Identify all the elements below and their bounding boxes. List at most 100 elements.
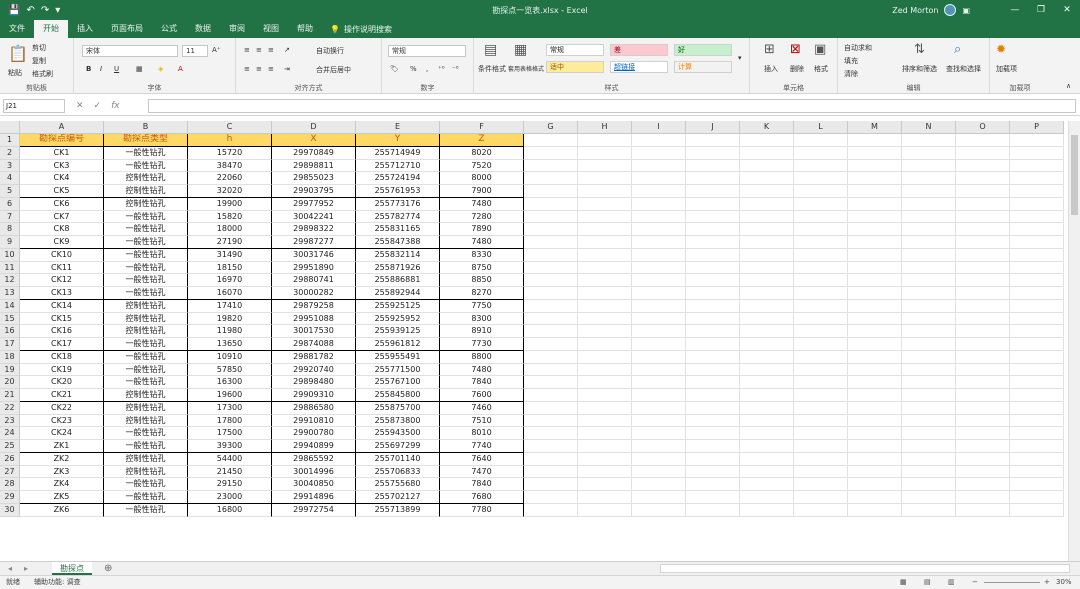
vertical-scrollbar[interactable] — [1068, 121, 1080, 561]
data-cell[interactable]: 29909310 — [272, 389, 356, 402]
header-cell[interactable]: h — [188, 134, 272, 147]
row-header[interactable]: 7 — [0, 210, 20, 224]
font-color-icon[interactable]: A — [178, 65, 183, 73]
empty-cell[interactable] — [1010, 414, 1064, 428]
empty-cell[interactable] — [632, 401, 686, 415]
data-cell[interactable]: 7730 — [440, 338, 524, 351]
row-header[interactable]: 3 — [0, 159, 20, 173]
empty-cell[interactable] — [524, 185, 578, 198]
empty-cell[interactable] — [848, 427, 902, 440]
empty-cell[interactable] — [524, 287, 578, 300]
format-cells-button[interactable]: 格式 — [814, 64, 828, 74]
data-cell[interactable]: 255847388 — [356, 236, 440, 249]
empty-cell[interactable] — [578, 376, 632, 389]
empty-cell[interactable] — [686, 376, 740, 389]
empty-cell[interactable] — [848, 389, 902, 402]
sheet-next-icon[interactable]: ▸ — [24, 562, 28, 575]
empty-cell[interactable] — [632, 223, 686, 236]
empty-cell[interactable] — [686, 478, 740, 491]
empty-cell[interactable] — [848, 363, 902, 377]
empty-cell[interactable] — [578, 172, 632, 185]
empty-cell[interactable] — [956, 338, 1010, 351]
minimize-button[interactable]: — — [1002, 0, 1028, 20]
empty-cell[interactable] — [848, 452, 902, 466]
cancel-icon[interactable]: ✕ — [76, 99, 84, 113]
data-cell[interactable]: 29970849 — [272, 146, 356, 160]
column-header[interactable]: M — [848, 121, 902, 134]
format-painter-button[interactable]: 格式刷 — [32, 69, 53, 79]
row-header[interactable]: 9 — [0, 236, 20, 249]
data-cell[interactable]: 8330 — [440, 248, 524, 262]
ribbon-display-icon[interactable]: ▣ — [962, 6, 970, 15]
empty-cell[interactable] — [794, 210, 848, 224]
empty-cell[interactable] — [686, 401, 740, 415]
empty-cell[interactable] — [956, 146, 1010, 160]
empty-cell[interactable] — [902, 172, 956, 185]
empty-cell[interactable] — [524, 427, 578, 440]
empty-cell[interactable] — [794, 274, 848, 287]
empty-cell[interactable] — [956, 503, 1010, 517]
data-cell[interactable]: 27190 — [188, 236, 272, 249]
empty-cell[interactable] — [740, 210, 794, 224]
data-cell[interactable]: 29879258 — [272, 299, 356, 313]
font-name-select[interactable]: 宋体 — [82, 45, 178, 57]
empty-cell[interactable] — [1010, 248, 1064, 262]
row-header[interactable]: 29 — [0, 491, 20, 504]
empty-cell[interactable] — [902, 491, 956, 504]
empty-cell[interactable] — [794, 503, 848, 517]
accounting-format-icon[interactable]: 🏷 — [390, 65, 399, 73]
empty-cell[interactable] — [740, 274, 794, 287]
empty-cell[interactable] — [578, 401, 632, 415]
data-cell[interactable]: 38470 — [188, 159, 272, 173]
data-cell[interactable]: 一般性钻孔 — [104, 146, 188, 160]
vertical-scroll-thumb[interactable] — [1071, 135, 1078, 215]
empty-cell[interactable] — [740, 236, 794, 249]
empty-cell[interactable] — [794, 312, 848, 326]
data-cell[interactable]: 22060 — [188, 172, 272, 185]
empty-cell[interactable] — [956, 274, 1010, 287]
empty-cell[interactable] — [1010, 185, 1064, 198]
empty-cell[interactable] — [740, 440, 794, 453]
column-header[interactable]: C — [188, 121, 272, 134]
data-cell[interactable]: 255961812 — [356, 338, 440, 351]
find-select-icon[interactable]: ⌕ — [954, 42, 961, 57]
data-cell[interactable]: 7480 — [440, 236, 524, 249]
empty-cell[interactable] — [848, 287, 902, 300]
data-cell[interactable]: 一般性钻孔 — [104, 261, 188, 275]
empty-cell[interactable] — [740, 465, 794, 479]
empty-cell[interactable] — [632, 172, 686, 185]
data-cell[interactable]: 7750 — [440, 299, 524, 313]
add-sheet-button[interactable]: ⊕ — [104, 562, 112, 575]
empty-cell[interactable] — [524, 134, 578, 147]
column-header[interactable]: P — [1010, 121, 1064, 134]
save-icon[interactable]: 💾 — [8, 5, 20, 16]
data-cell[interactable]: 29881782 — [272, 350, 356, 364]
data-cell[interactable]: 13650 — [188, 338, 272, 351]
data-cell[interactable]: 32020 — [188, 185, 272, 198]
empty-cell[interactable] — [1010, 223, 1064, 236]
empty-cell[interactable] — [902, 146, 956, 160]
empty-cell[interactable] — [632, 350, 686, 364]
header-cell[interactable]: X — [272, 134, 356, 147]
empty-cell[interactable] — [794, 478, 848, 491]
data-cell[interactable]: 29972754 — [272, 503, 356, 517]
empty-cell[interactable] — [686, 248, 740, 262]
column-header[interactable]: F — [440, 121, 524, 134]
data-cell[interactable]: 255943500 — [356, 427, 440, 440]
empty-cell[interactable] — [902, 236, 956, 249]
empty-cell[interactable] — [848, 465, 902, 479]
orientation-icon[interactable]: ↗ — [284, 46, 290, 54]
empty-cell[interactable] — [632, 248, 686, 262]
horizontal-scrollbar[interactable] — [660, 564, 1070, 573]
data-cell[interactable]: 16070 — [188, 287, 272, 300]
empty-cell[interactable] — [1010, 236, 1064, 249]
empty-cell[interactable] — [632, 299, 686, 313]
data-cell[interactable]: 控制性钻孔 — [104, 197, 188, 211]
empty-cell[interactable] — [740, 338, 794, 351]
empty-cell[interactable] — [1010, 389, 1064, 402]
clear-button[interactable]: 清除 — [844, 69, 858, 79]
empty-cell[interactable] — [632, 146, 686, 160]
empty-cell[interactable] — [740, 223, 794, 236]
empty-cell[interactable] — [686, 274, 740, 287]
empty-cell[interactable] — [686, 159, 740, 173]
